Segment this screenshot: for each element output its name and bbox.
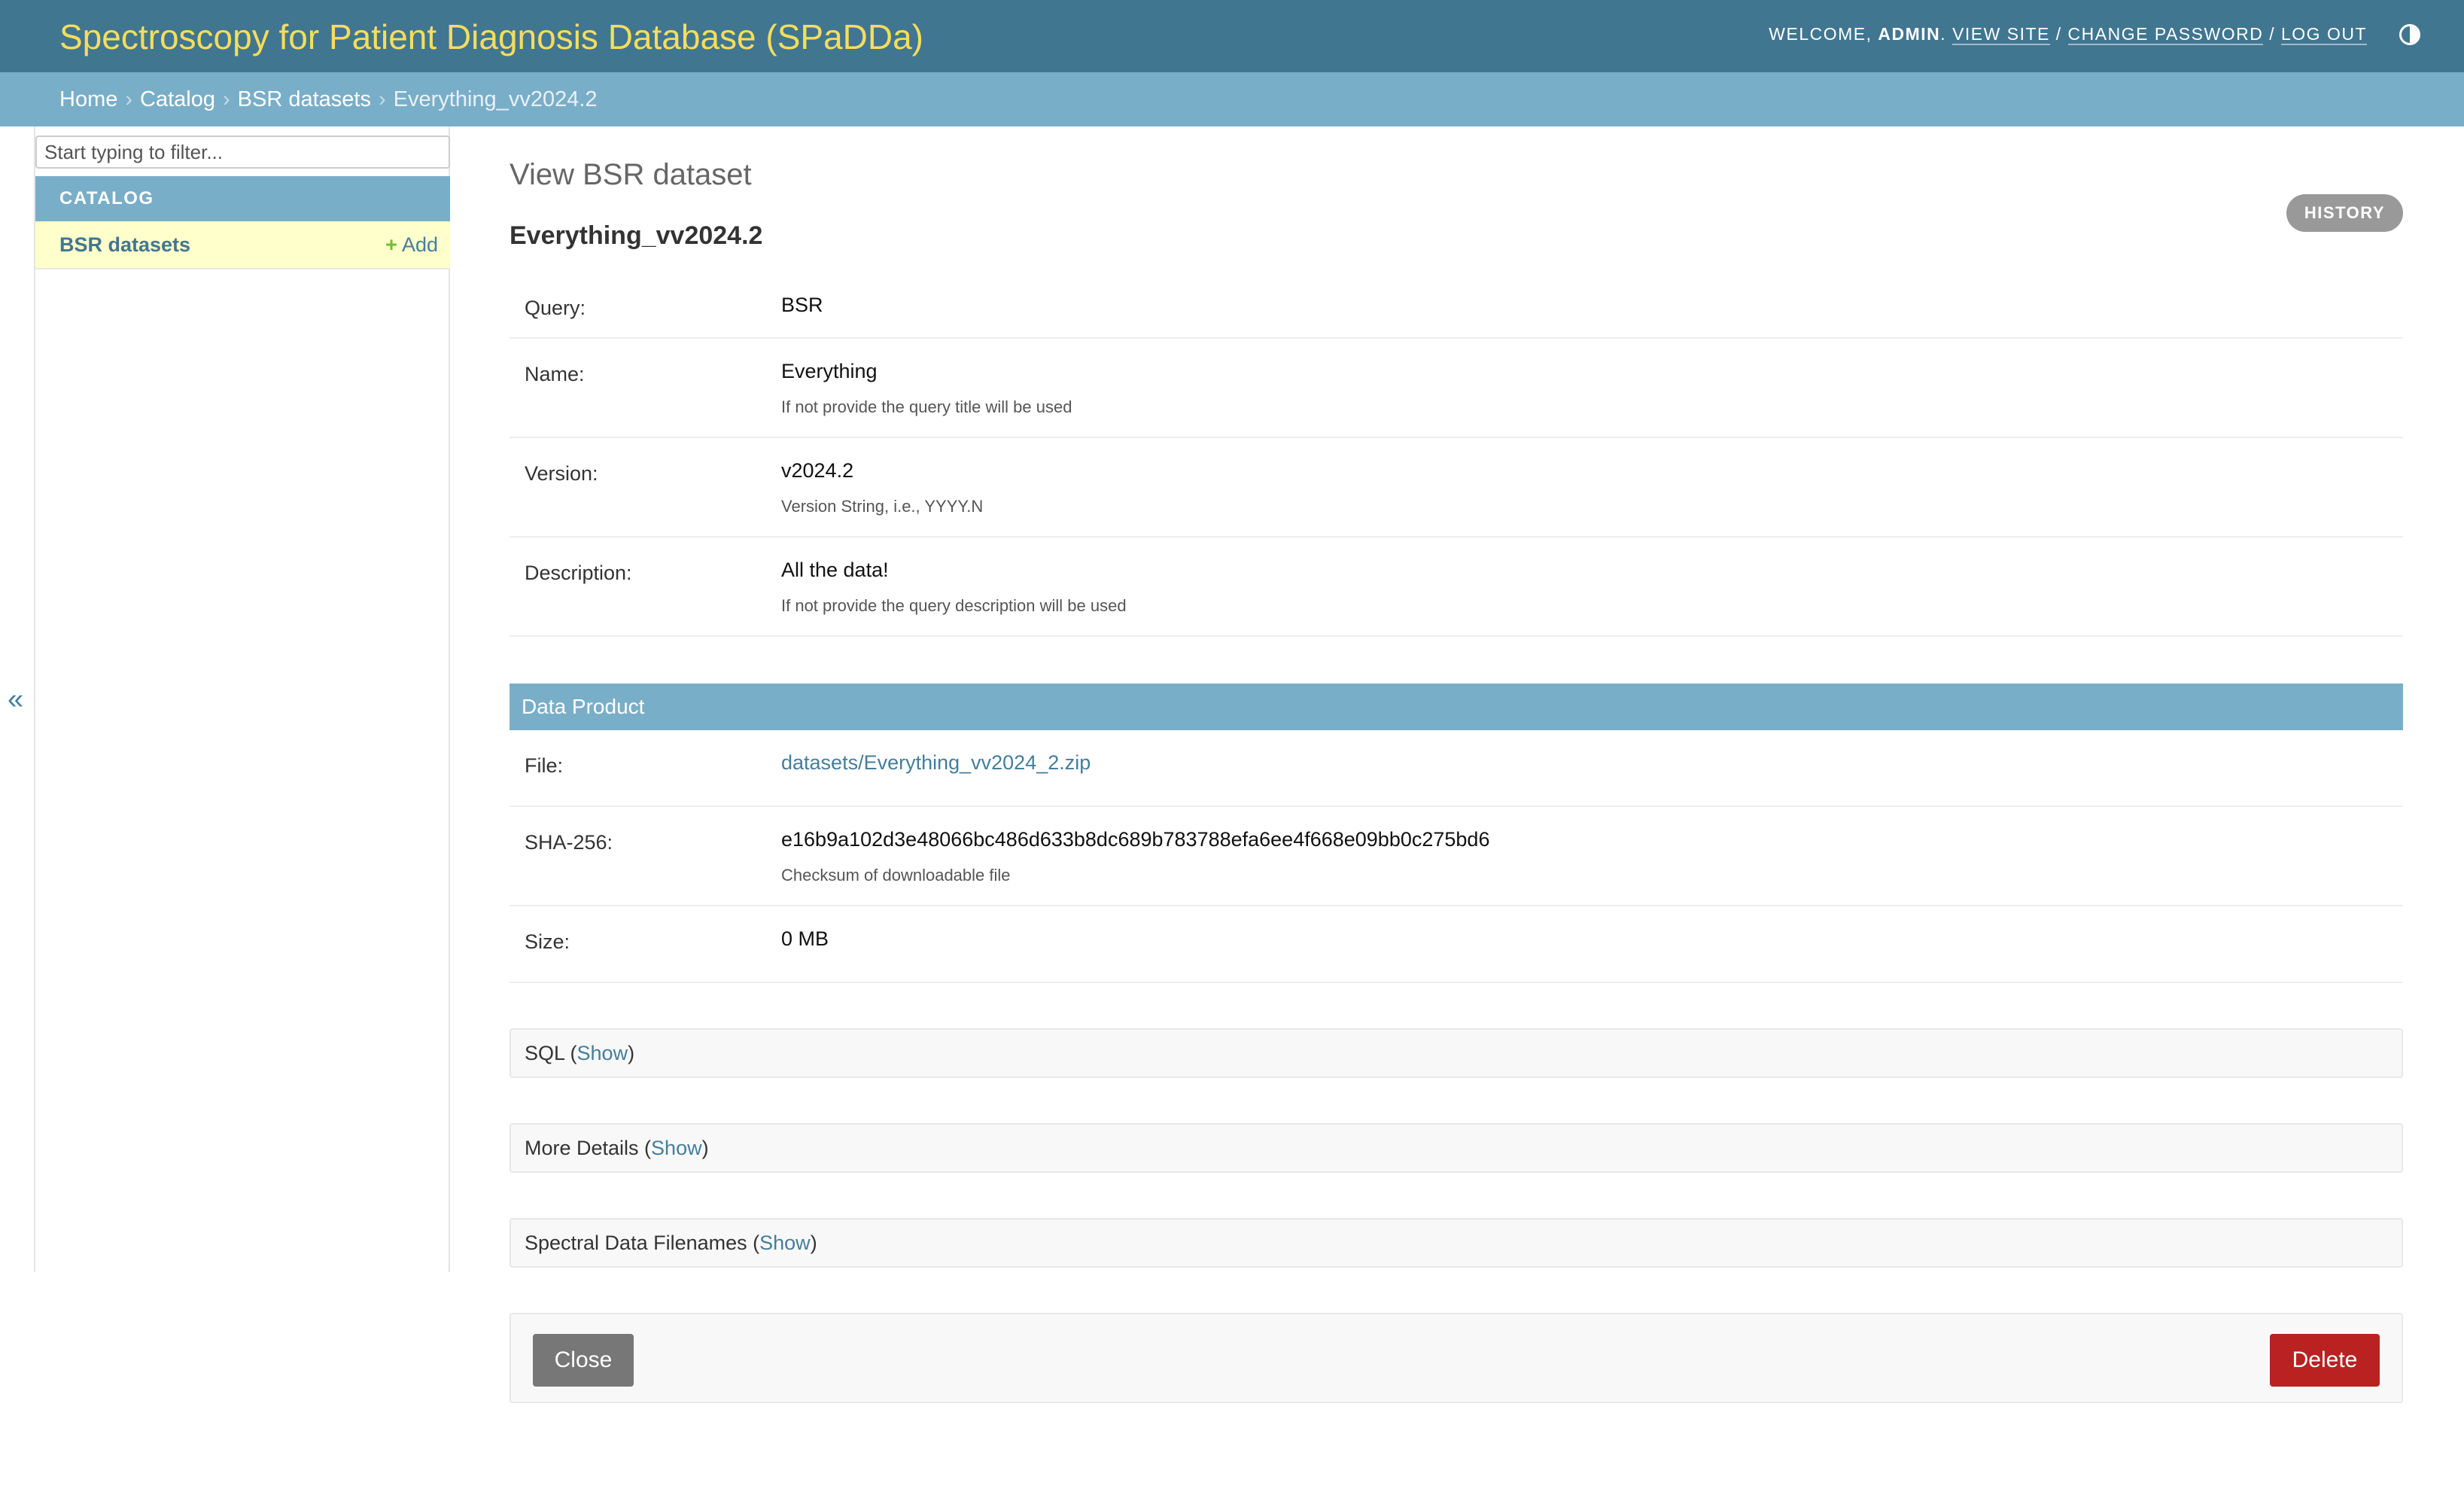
field-help: Checksum of downloadable file <box>781 866 1011 885</box>
field-label: Version: <box>525 462 598 485</box>
close-button[interactable]: Close <box>533 1334 634 1387</box>
field-row-sha256: SHA-256: e16b9a102d3e48066bc486d633b8dc6… <box>510 807 2403 906</box>
general-fieldset: Query: BSR Name: Everything If not provi… <box>510 273 2403 637</box>
nav-sidebar: CATALOG BSR datasets +Add <box>34 126 450 1272</box>
field-value: v2024.2 <box>781 459 854 482</box>
site-brand[interactable]: Spectroscopy for Patient Diagnosis Datab… <box>59 17 923 57</box>
module-caption-catalog[interactable]: CATALOG <box>35 176 450 221</box>
sql-show-toggle[interactable]: Show <box>577 1042 628 1064</box>
field-value: BSR <box>781 294 823 316</box>
spectral-filenames-show-toggle[interactable]: Show <box>759 1232 811 1254</box>
field-row-description: Description: All the data! If not provid… <box>510 537 2403 637</box>
field-label: Size: <box>525 930 570 953</box>
field-row-version: Version: v2024.2 Version String, i.e., Y… <box>510 438 2403 537</box>
field-label: Name: <box>525 363 585 385</box>
breadcrumb-home[interactable]: Home <box>59 87 117 111</box>
data-product-fieldset: Data Product File: datasets/Everything_v… <box>510 684 2403 983</box>
field-label: Description: <box>525 562 632 584</box>
field-value: Everything <box>781 360 878 382</box>
sidebar-collapse-icon[interactable]: « <box>8 685 23 714</box>
sql-collapsible: SQL (Show) <box>510 1028 2403 1078</box>
field-row-query: Query: BSR <box>510 273 2403 339</box>
collapsible-label: More Details <box>525 1137 639 1159</box>
collapsible-label: Spectral Data Filenames <box>525 1232 747 1254</box>
field-value: All the data! <box>781 559 889 581</box>
add-label: Add <box>401 233 438 256</box>
field-value: e16b9a102d3e48066bc486d633b8dc689b783788… <box>781 828 1490 851</box>
field-row-file: File: datasets/Everything_vv2024_2.zip <box>510 730 2403 807</box>
more-details-collapsible: More Details (Show) <box>510 1123 2403 1173</box>
site-header: Spectroscopy for Patient Diagnosis Datab… <box>0 0 2464 72</box>
breadcrumb: Home › Catalog › BSR datasets › Everything_vv2… <box>0 72 2464 126</box>
username: ADMIN <box>1878 24 1941 44</box>
spectral-filenames-collapsible: Spectral Data Filenames (Show) <box>510 1218 2403 1268</box>
breadcrumb-separator: › <box>223 87 230 111</box>
more-details-show-toggle[interactable]: Show <box>651 1137 702 1159</box>
page-title: View BSR dataset <box>510 158 752 191</box>
breadcrumb-catalog[interactable]: Catalog <box>140 87 215 111</box>
field-row-name: Name: Everything If not provide the quer… <box>510 339 2403 438</box>
plus-icon: + <box>385 233 397 256</box>
breadcrumb-bsr-datasets[interactable]: BSR datasets <box>238 87 371 111</box>
separator: / <box>2055 24 2062 44</box>
field-row-size: Size: 0 MB <box>510 906 2403 983</box>
view-site-link[interactable]: VIEW SITE <box>1952 24 2050 45</box>
log-out-link[interactable]: LOG OUT <box>2280 24 2367 45</box>
data-product-caption: Data Product <box>510 684 2403 730</box>
delete-button[interactable]: Delete <box>2270 1334 2380 1387</box>
field-label: Query: <box>525 297 586 319</box>
field-value: 0 MB <box>781 927 829 950</box>
field-help: If not provide the query title will be u… <box>781 397 1072 416</box>
field-label: SHA-256: <box>525 831 613 854</box>
separator: / <box>2269 24 2276 44</box>
file-download-link[interactable]: datasets/Everything_vv2024_2.zip <box>781 751 1091 775</box>
collapsible-label: SQL <box>525 1042 565 1064</box>
field-help: Version String, i.e., YYYY.N <box>781 497 984 516</box>
bsr-datasets-link[interactable]: BSR datasets <box>59 233 190 257</box>
nav-filter-input[interactable] <box>35 135 450 169</box>
welcome-text: WELCOME, <box>1769 24 1872 44</box>
theme-toggle-icon[interactable] <box>2399 24 2420 45</box>
sidebar-item-bsr-datasets: BSR datasets + Add <box>35 221 450 269</box>
history-button[interactable]: HISTORY <box>2286 194 2403 232</box>
field-help: If not provide the query description wil… <box>781 596 1127 615</box>
add-bsr-dataset-link[interactable]: + Add <box>385 233 438 257</box>
field-label: File: <box>525 754 564 777</box>
breadcrumb-separator: › <box>379 87 386 111</box>
breadcrumb-current: Everything_vv2024.2 <box>393 87 598 111</box>
submit-row: Close Delete <box>510 1313 2403 1403</box>
breadcrumb-separator: › <box>125 87 133 111</box>
object-title: Everything_vv2024.2 <box>510 221 763 250</box>
user-tools: WELCOME, ADMIN. VIEW SITE / CHANGE PASSW… <box>1769 24 2367 45</box>
change-password-link[interactable]: CHANGE PASSWORD <box>2067 24 2264 45</box>
